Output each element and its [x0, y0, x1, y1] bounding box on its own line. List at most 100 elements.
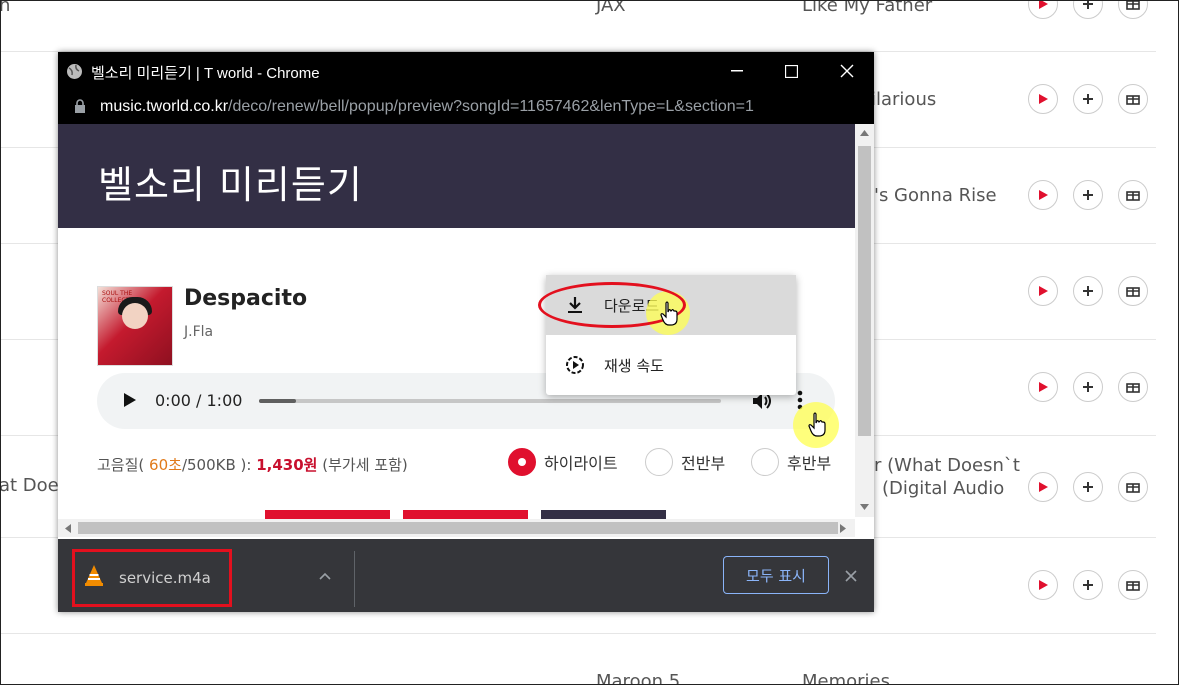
- window-title: 벨소리 미리듣기 | T world - Chrome: [91, 65, 320, 82]
- gift-button[interactable]: [1118, 472, 1148, 502]
- radio-first-half[interactable]: 전반부: [645, 448, 725, 476]
- scroll-right-icon: [840, 524, 846, 533]
- cut-text: at Doe: [0, 475, 59, 496]
- list-title: Memories: [802, 671, 891, 685]
- gift-icon: [1126, 95, 1140, 105]
- radio-label: 전반부: [681, 454, 726, 473]
- add-button[interactable]: [1073, 1, 1103, 19]
- play-icon: [1039, 580, 1048, 590]
- radio-highlight[interactable]: 하이라이트: [508, 448, 618, 476]
- address-bar[interactable]: music.tworld.co.kr/deco/renew/bell/popup…: [58, 90, 874, 124]
- close-window-button[interactable]: [819, 52, 874, 90]
- scroll-up-icon: [860, 130, 869, 136]
- player-time: 0:00 / 1:00: [155, 391, 243, 410]
- list-title: ilarious: [871, 89, 937, 110]
- page-title: 벨소리 미리듣기: [98, 163, 363, 207]
- seek-bar[interactable]: [259, 399, 721, 403]
- play-icon: [1039, 286, 1048, 296]
- plus-icon: [1083, 482, 1093, 492]
- play-button[interactable]: [1028, 570, 1058, 600]
- list-row: n JAX Like My Father: [1, 1, 1156, 52]
- plus-icon: [1083, 286, 1093, 296]
- album-art: SOUL THE COLLECTION: [97, 286, 173, 366]
- gift-icon: [1126, 191, 1140, 201]
- menu-item-playback-speed[interactable]: 재생 속도: [546, 335, 796, 395]
- add-button[interactable]: [1073, 372, 1103, 402]
- action-button-3[interactable]: [541, 510, 666, 519]
- globe-icon: [67, 64, 82, 79]
- scroll-left-icon: [65, 524, 71, 533]
- menu-item-label: 재생 속도: [604, 356, 664, 375]
- play-button[interactable]: [1028, 472, 1058, 502]
- minimize-button[interactable]: [709, 52, 764, 90]
- gift-button[interactable]: [1118, 84, 1148, 114]
- url-text[interactable]: music.tworld.co.kr/deco/renew/bell/popup…: [100, 98, 754, 116]
- gift-icon: [1126, 1, 1140, 10]
- gift-button[interactable]: [1118, 180, 1148, 210]
- list-row: Maroon 5 Memories: [1, 633, 1156, 685]
- play-icon: [1039, 190, 1048, 200]
- hand-cursor-icon: [660, 301, 678, 326]
- gift-button[interactable]: [1118, 1, 1148, 19]
- url-path: /deco/renew/bell/popup/preview?songId=11…: [228, 98, 754, 115]
- list-title-2: (Digital Audio: [882, 478, 1005, 499]
- add-button[interactable]: [1073, 180, 1103, 210]
- maximize-button[interactable]: [764, 52, 819, 90]
- play-button[interactable]: [1028, 84, 1058, 114]
- gift-icon: [1126, 383, 1140, 393]
- add-button[interactable]: [1073, 570, 1103, 600]
- gift-button[interactable]: [1118, 276, 1148, 306]
- cut-text: n: [0, 0, 11, 16]
- horizontal-scrollbar[interactable]: [58, 519, 855, 537]
- hand-cursor-icon: [808, 412, 826, 437]
- play-icon[interactable]: [123, 392, 137, 408]
- artist-name: J.Fla: [184, 324, 214, 340]
- divider: [354, 551, 355, 607]
- play-icon: [1039, 94, 1048, 104]
- plus-icon: [1083, 382, 1093, 392]
- page-header: 벨소리 미리듣기: [58, 124, 855, 228]
- gift-icon: [1126, 581, 1140, 591]
- title-bar: 벨소리 미리듣기 | T world - Chrome: [58, 52, 874, 90]
- close-icon: [840, 64, 853, 78]
- play-icon: [1039, 1, 1048, 9]
- plus-icon: [1083, 1, 1093, 9]
- radio-second-half[interactable]: 후반부: [751, 448, 831, 476]
- close-icon[interactable]: [845, 570, 857, 582]
- quality-prefix: 고음질(: [97, 456, 145, 474]
- plus-icon: [1083, 190, 1093, 200]
- scroll-thumb[interactable]: [78, 522, 838, 534]
- gift-icon: [1126, 287, 1140, 297]
- add-button[interactable]: [1073, 84, 1103, 114]
- add-button[interactable]: [1073, 276, 1103, 306]
- play-button[interactable]: [1028, 180, 1058, 210]
- song-title: Despacito: [184, 286, 308, 311]
- scroll-thumb[interactable]: [858, 146, 871, 436]
- radio-unselected-icon: [645, 448, 673, 476]
- action-button-2[interactable]: [403, 510, 528, 519]
- show-all-button[interactable]: 모두 표시: [723, 556, 829, 594]
- plus-icon: [1083, 580, 1093, 590]
- add-button[interactable]: [1073, 472, 1103, 502]
- plus-icon: [1083, 94, 1093, 104]
- lock-icon: [75, 99, 85, 113]
- play-button[interactable]: [1028, 372, 1058, 402]
- chevron-up-icon[interactable]: [319, 572, 331, 580]
- price: 1,430원: [256, 456, 318, 474]
- play-button[interactable]: [1028, 276, 1058, 306]
- gift-button[interactable]: [1118, 570, 1148, 600]
- action-button-1[interactable]: [265, 510, 390, 519]
- scroll-down-icon: [860, 504, 869, 510]
- gift-icon: [1126, 483, 1140, 493]
- play-icon: [1039, 382, 1048, 392]
- seek-bar-fill: [259, 399, 296, 403]
- playback-speed-icon: [566, 356, 584, 374]
- play-button[interactable]: [1028, 1, 1058, 19]
- gift-button[interactable]: [1118, 372, 1148, 402]
- minimize-icon: [730, 70, 743, 72]
- vertical-scrollbar[interactable]: [855, 124, 874, 517]
- list-title: Like My Father: [802, 0, 933, 16]
- radio-label: 후반부: [787, 454, 832, 473]
- annotation-box: [72, 549, 232, 607]
- url-host: music.tworld.co.kr: [100, 98, 229, 115]
